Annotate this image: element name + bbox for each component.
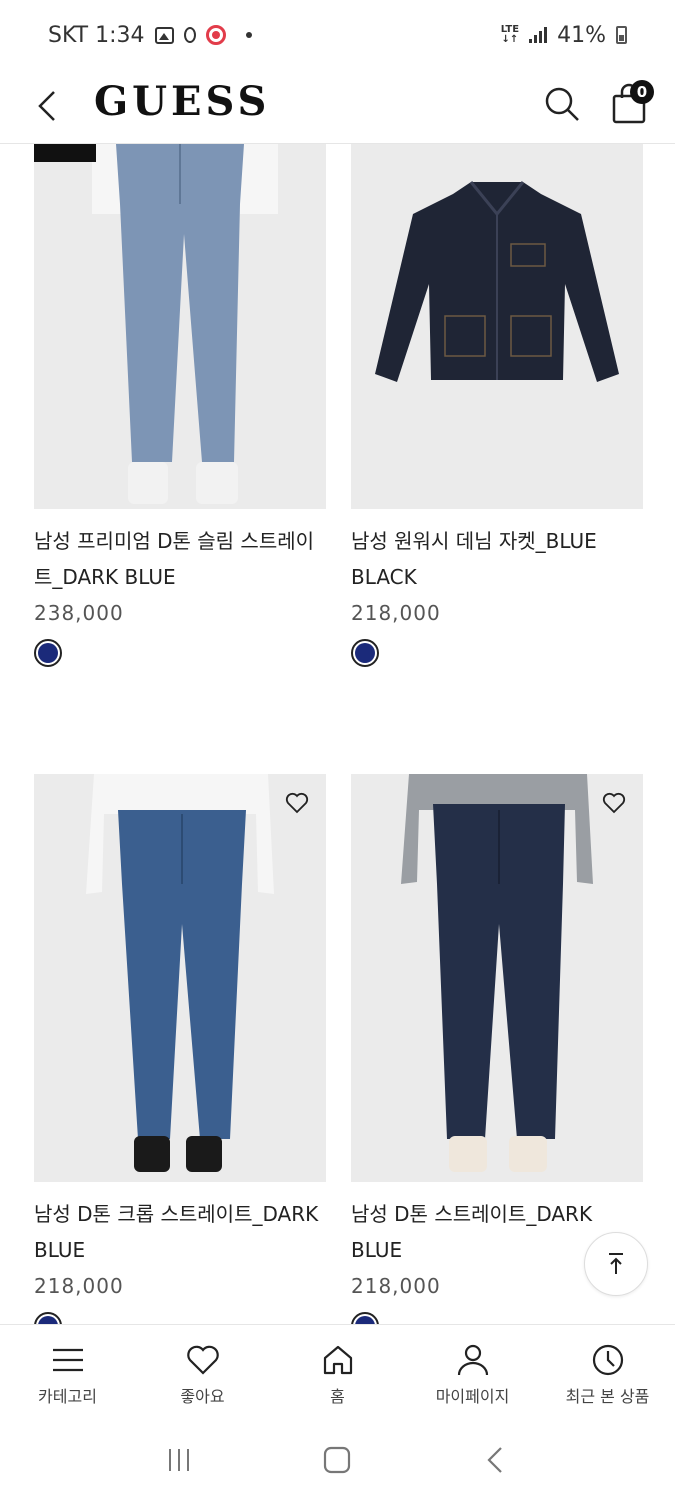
nav-wishlist[interactable]: 좋아요 — [135, 1325, 270, 1420]
light-wash-jeans-image — [34, 144, 326, 509]
product-price: 218,000 — [34, 1274, 124, 1298]
mid-wash-jeans-image — [34, 774, 326, 1182]
system-navigation-bar — [0, 1420, 675, 1500]
product-name[interactable]: 남성 D톤 크롭 스트레이트_DARK BLUE — [34, 1196, 326, 1268]
product-name[interactable]: 남성 원워시 데님 자켓_BLUE BLACK — [351, 523, 643, 595]
nav-category[interactable]: 카테고리 — [0, 1325, 135, 1420]
network-type-label: LTE ↓↑ — [500, 24, 520, 45]
color-swatch[interactable] — [34, 1312, 62, 1324]
back-button[interactable] — [28, 84, 72, 128]
product-card[interactable]: 남성 원워시 데님 자켓_BLUE BLACK 218,000 — [351, 144, 643, 667]
wishlist-button[interactable] — [284, 790, 310, 816]
recent-apps-button[interactable] — [159, 1440, 199, 1480]
clock-icon — [592, 1344, 623, 1376]
product-price: 218,000 — [351, 601, 441, 625]
nav-recently-viewed[interactable]: 최근 본 상품 — [540, 1325, 675, 1420]
gallery-notification-icon — [154, 26, 174, 44]
cart-button[interactable]: 0 — [608, 80, 656, 128]
product-label-badge — [34, 144, 96, 162]
nav-label: 좋아요 — [180, 1387, 225, 1406]
system-back-button[interactable] — [476, 1440, 516, 1480]
nav-home[interactable]: 홈 — [270, 1325, 405, 1420]
battery-percent: 41% — [557, 22, 606, 48]
recent-apps-icon — [169, 1449, 190, 1471]
heart-outline-icon — [285, 792, 309, 814]
color-swatch[interactable] — [351, 639, 379, 667]
home-icon — [323, 1345, 352, 1375]
nav-mypage[interactable]: 마이페이지 — [405, 1325, 540, 1420]
nav-label: 카테고리 — [38, 1387, 97, 1406]
product-image[interactable] — [34, 144, 326, 509]
arrow-up-to-top-icon — [609, 1253, 623, 1274]
product-name[interactable]: 남성 프리미엄 D톤 슬림 스트레이트_DARK BLUE — [34, 523, 326, 595]
product-grid: 남성 프리미엄 D톤 슬림 스트레이트_DARK BLUE 238,000 남성… — [0, 144, 675, 1324]
denim-jacket-image — [351, 144, 643, 509]
app-notification-icon — [183, 27, 196, 43]
status-bar: SKT 1:34 LTE ↓↑ 41% — [0, 0, 675, 70]
carrier-time: SKT 1:34 — [48, 22, 145, 48]
product-card[interactable]: 남성 프리미엄 D톤 슬림 스트레이트_DARK BLUE 238,000 — [34, 144, 326, 667]
app-header: GUESS 0 — [0, 70, 675, 144]
color-swatch[interactable] — [351, 1312, 379, 1324]
dark-wash-jeans-image — [351, 774, 643, 1182]
cart-count-badge: 0 — [630, 80, 654, 104]
bottom-navigation: 카테고리 좋아요 홈 마이페이지 최근 본 상품 — [0, 1324, 675, 1420]
heart-outline-icon — [602, 792, 626, 814]
scroll-to-top-button[interactable] — [584, 1232, 648, 1296]
color-swatch[interactable] — [34, 639, 62, 667]
heart-icon — [186, 1345, 219, 1375]
battery-icon — [616, 26, 627, 44]
search-button[interactable] — [540, 82, 584, 126]
nav-label: 마이페이지 — [435, 1387, 510, 1406]
nav-label: 홈 — [330, 1387, 345, 1406]
search-icon — [545, 87, 579, 121]
more-notifications-dot-icon — [245, 32, 252, 38]
home-square-icon — [324, 1446, 351, 1474]
product-card[interactable]: 남성 D톤 크롭 스트레이트_DARK BLUE 218,000 — [34, 774, 326, 1324]
home-system-button[interactable] — [317, 1440, 357, 1480]
product-image[interactable] — [351, 774, 643, 1182]
signal-strength-icon — [529, 27, 548, 43]
product-price: 238,000 — [34, 601, 124, 625]
product-image[interactable] — [34, 774, 326, 1182]
product-image[interactable] — [351, 144, 643, 509]
target-notification-icon — [205, 25, 226, 45]
chevron-left-icon — [38, 91, 55, 121]
menu-icon — [52, 1348, 83, 1372]
user-icon — [457, 1344, 488, 1376]
nav-label: 최근 본 상품 — [565, 1387, 650, 1406]
guess-logo[interactable]: GUESS — [94, 78, 270, 125]
back-chevron-icon — [487, 1447, 502, 1473]
wishlist-button[interactable] — [601, 790, 627, 816]
